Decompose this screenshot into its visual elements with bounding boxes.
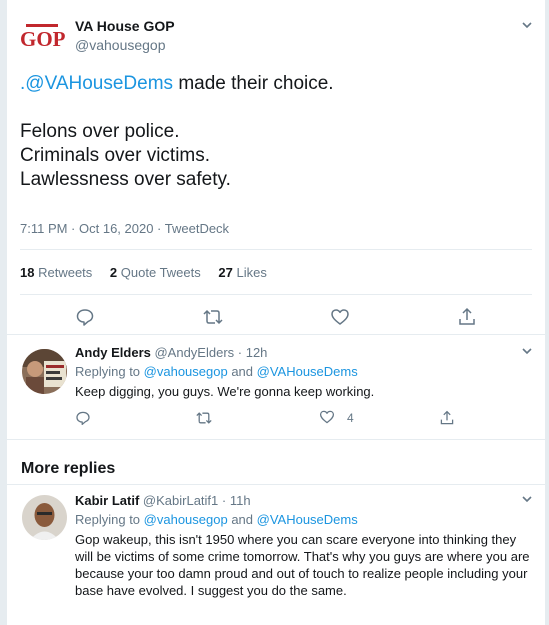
share-icon[interactable] — [457, 307, 479, 329]
page-background: GOP VA House GOP @vahousegop .@VAHouseDe… — [0, 0, 549, 625]
reply-text: Gop wakeup, this isn't 1950 where you ca… — [75, 532, 530, 598]
likes-label: Likes — [236, 265, 267, 280]
reply-author-line: Kabir Latif @KabirLatif1 · 11h — [75, 493, 251, 508]
tweet-thread: GOP VA House GOP @vahousegop .@VAHouseDe… — [7, 0, 545, 625]
main-tweet: GOP VA House GOP @vahousegop .@VAHouseDe… — [7, 0, 545, 335]
retweets-label: Retweets — [38, 265, 93, 280]
retweet-icon[interactable] — [195, 409, 213, 427]
author-name[interactable]: VA House GOP — [75, 18, 175, 34]
tweet-text: .@VAHouseDems made their choice. Felons … — [20, 72, 520, 192]
chevron-down-icon[interactable] — [521, 493, 533, 505]
logo-text: GOP — [20, 27, 66, 51]
retweet-icon[interactable] — [202, 307, 224, 329]
replying-prefix: Replying to — [75, 512, 144, 527]
retweets-count: 18 — [20, 265, 35, 280]
avatar[interactable] — [22, 349, 67, 394]
tweet-line: Felons over police. — [20, 121, 180, 142]
mention-link[interactable]: .@VAHouseDems — [20, 73, 173, 94]
like-count: 4 — [347, 411, 354, 425]
reply-icon[interactable] — [75, 409, 91, 427]
divider — [20, 294, 532, 295]
reply-author-name[interactable]: Andy Elders — [75, 345, 151, 360]
reply-author-line: Andy Elders @AndyElders · 12h — [75, 345, 267, 360]
chevron-down-icon[interactable] — [521, 19, 533, 31]
tweet-timestamp[interactable]: 7:11 PM · Oct 16, 2020 · TweetDeck — [20, 221, 229, 236]
replying-to: Replying to @vahousegop and @VAHouseDems — [75, 512, 358, 527]
reply-tweet[interactable]: Andy Elders @AndyElders · 12h Replying t… — [7, 335, 545, 440]
more-replies-header: More replies — [7, 450, 545, 485]
replying-to: Replying to @vahousegop and @VAHouseDems — [75, 364, 358, 379]
chevron-down-icon[interactable] — [521, 345, 533, 357]
quotes-label: Quote Tweets — [120, 265, 201, 280]
likes-count: 27 — [218, 265, 233, 280]
more-replies-title: More replies — [21, 460, 116, 477]
like-button[interactable]: 4 — [319, 409, 354, 427]
mention-link[interactable]: @VAHouseDems — [257, 512, 358, 527]
replying-and: and — [227, 512, 257, 527]
tweet-line: Criminals over victims. — [20, 145, 211, 166]
tweet-text-intro: made their choice. — [173, 73, 334, 94]
author-handle[interactable]: @vahousegop — [75, 37, 166, 53]
retweets-stat[interactable]: 18 Retweets — [20, 265, 92, 280]
like-icon[interactable] — [330, 307, 352, 329]
reply-author-handle[interactable]: @AndyElders · 12h — [154, 345, 267, 360]
mention-link[interactable]: @VAHouseDems — [257, 364, 358, 379]
reply-author-handle[interactable]: @KabirLatif1 · 11h — [143, 493, 251, 508]
tweet-line: Lawlessness over safety. — [20, 169, 231, 190]
avatar[interactable] — [22, 495, 67, 540]
divider — [20, 249, 532, 250]
reply-icon[interactable] — [75, 307, 97, 329]
tweet-actions — [7, 307, 545, 331]
reply-actions: 4 — [75, 409, 475, 427]
reply-tweet[interactable]: Kabir Latif @KabirLatif1 · 11h Replying … — [7, 485, 545, 625]
replying-and: and — [227, 364, 257, 379]
share-icon[interactable] — [439, 409, 455, 427]
reply-text: Keep digging, you guys. We're gonna keep… — [75, 384, 375, 399]
quotes-count: 2 — [109, 265, 118, 280]
mention-link[interactable]: @vahousegop — [144, 512, 228, 527]
reply-author-name[interactable]: Kabir Latif — [75, 493, 139, 508]
like-icon — [319, 409, 335, 428]
replying-prefix: Replying to — [75, 364, 144, 379]
author-logo[interactable]: GOP — [20, 24, 66, 51]
mention-link[interactable]: @vahousegop — [144, 364, 228, 379]
tweet-stats: 18 Retweets 2 Quote Tweets 27 Likes — [20, 265, 281, 280]
quote-tweets-stat[interactable]: 2 Quote Tweets — [110, 265, 201, 280]
likes-stat[interactable]: 27 Likes — [218, 265, 266, 280]
